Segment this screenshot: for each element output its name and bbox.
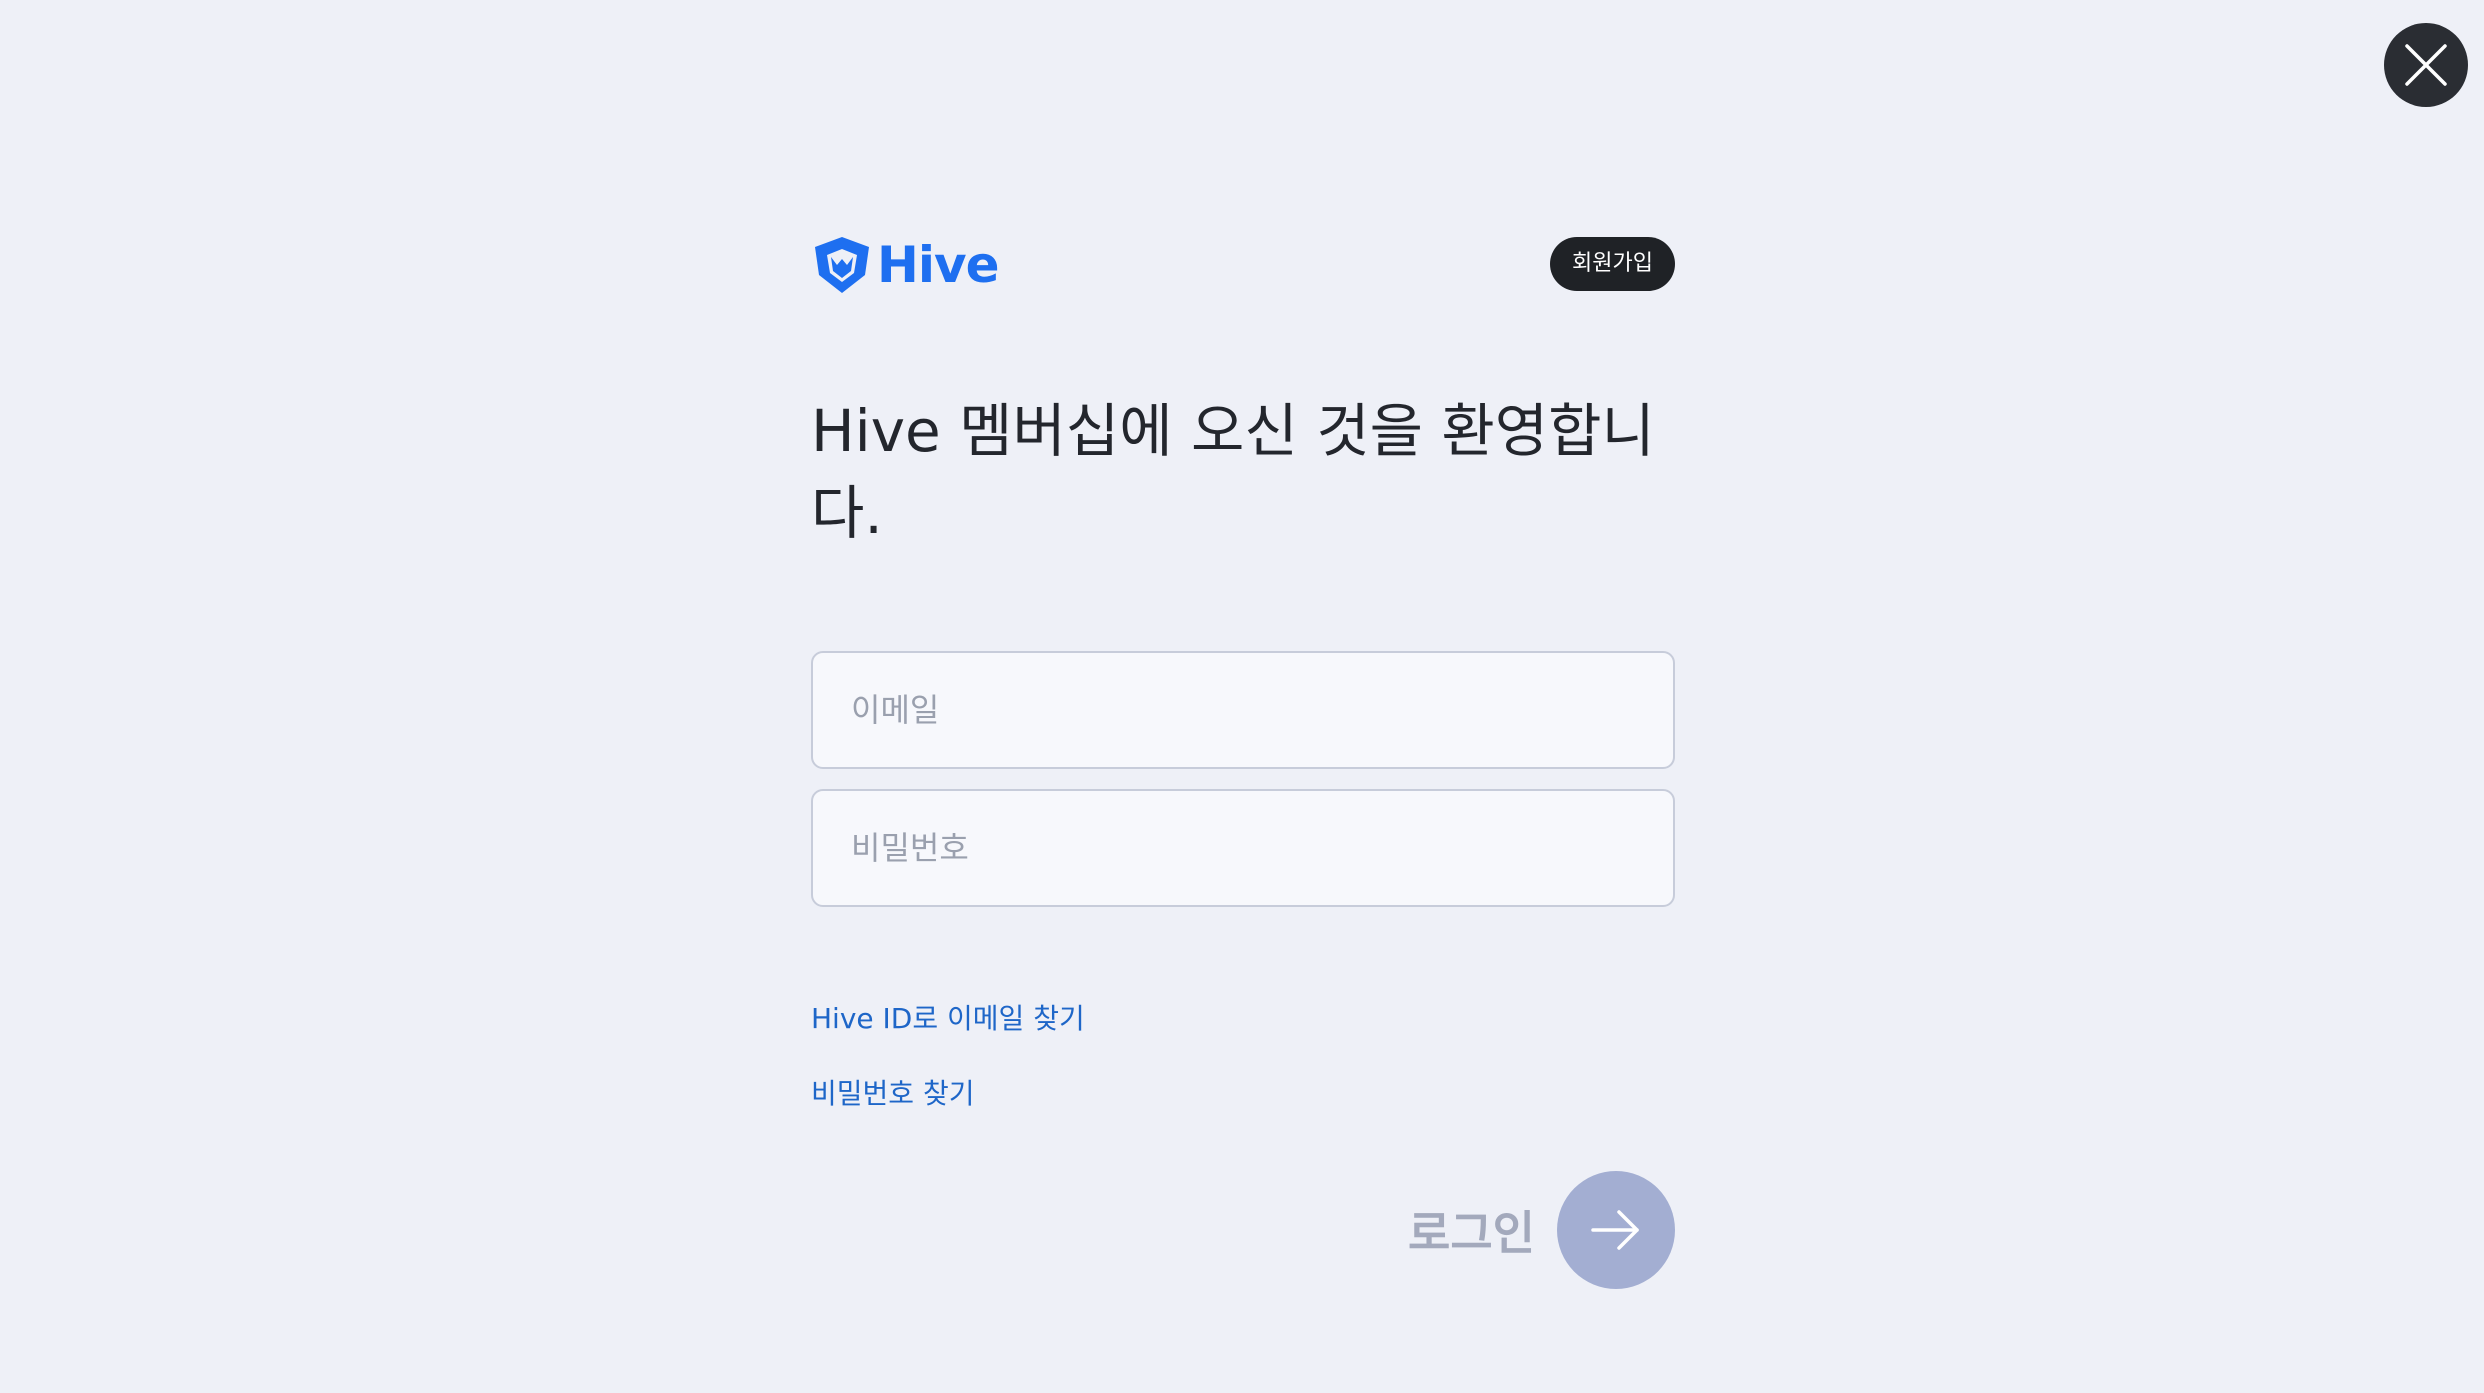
hive-logo: Hive: [811, 235, 999, 295]
password-field[interactable]: [811, 789, 1675, 907]
close-icon: [2405, 44, 2447, 86]
page-title: Hive 멤버십에 오신 것을 환영합니다.: [811, 397, 1655, 547]
find-password-link[interactable]: 비밀번호 찾기: [811, 1072, 974, 1112]
login-button[interactable]: [1557, 1171, 1675, 1289]
arrow-right-icon: [1591, 1210, 1639, 1250]
email-field[interactable]: [811, 651, 1675, 769]
signup-button[interactable]: 회원가입: [1550, 237, 1675, 291]
logo-text: Hive: [877, 236, 999, 294]
login-control: 로그인: [1408, 1171, 1675, 1289]
login-label: 로그인: [1408, 1206, 1535, 1260]
header: Hive 회원가입: [811, 230, 1675, 300]
hive-shield-icon: [815, 237, 869, 293]
find-email-link[interactable]: Hive ID로 이메일 찾기: [811, 997, 1085, 1037]
close-button[interactable]: [2384, 23, 2468, 107]
login-panel: Hive 회원가입 Hive 멤버십에 오신 것을 환영합니다. Hive ID…: [811, 230, 1675, 1289]
